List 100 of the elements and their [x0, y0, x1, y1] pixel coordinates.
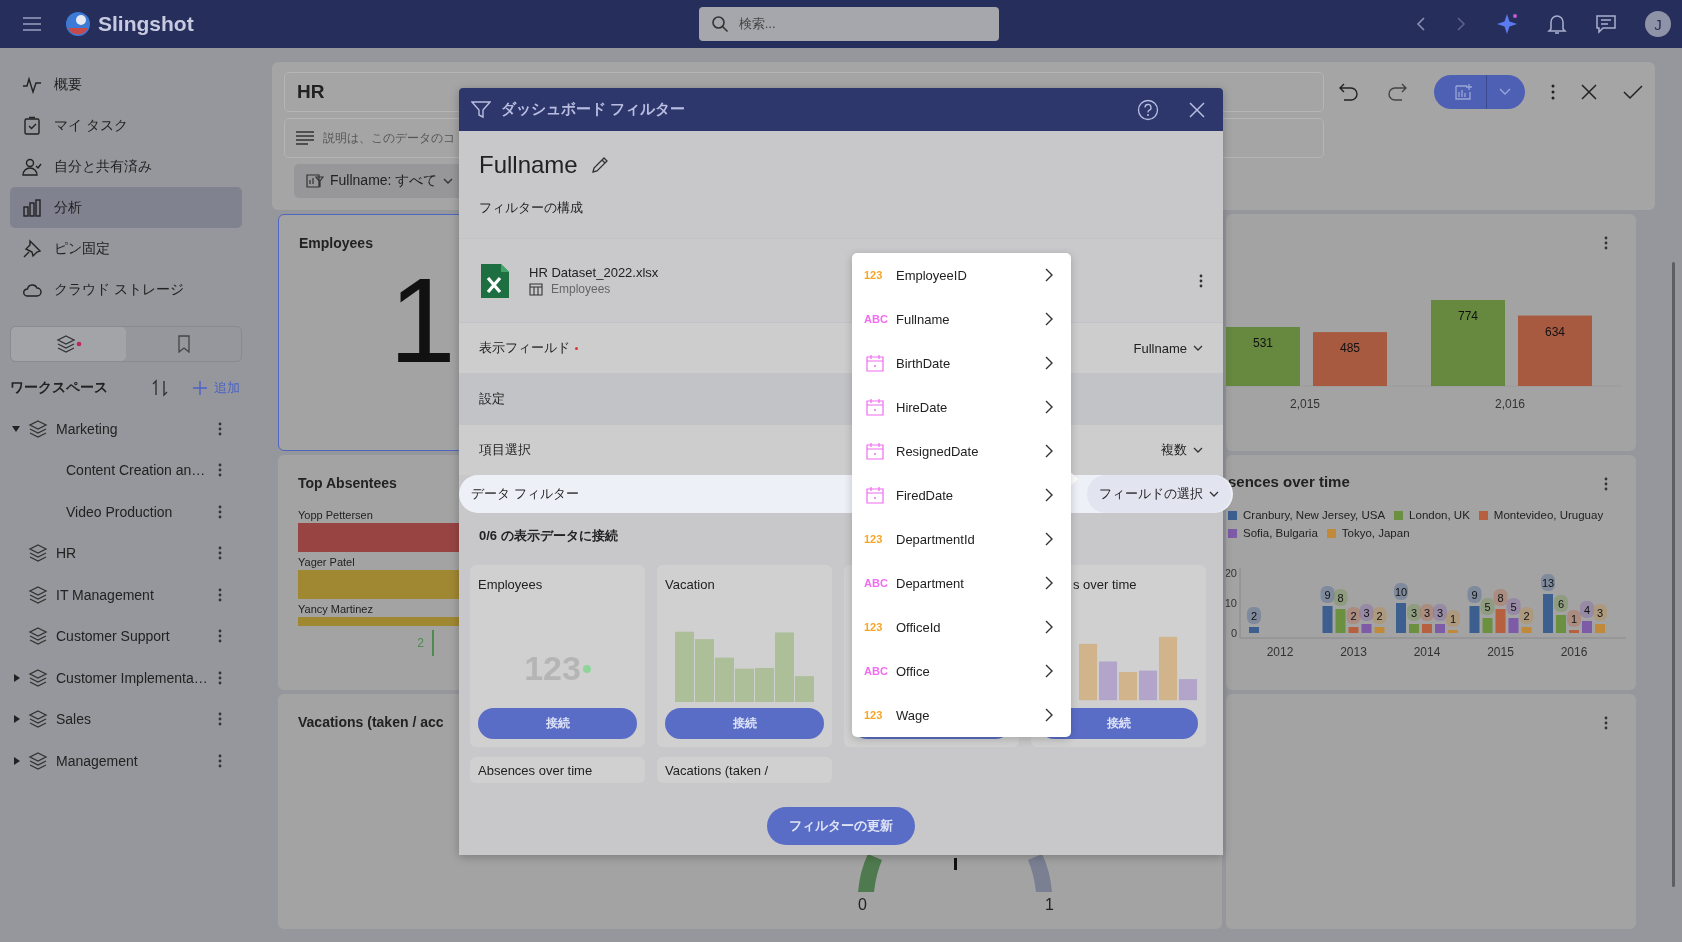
more-icon[interactable] [218, 670, 222, 685]
field-menu-item[interactable]: ABC Office [852, 649, 1071, 693]
dropdown[interactable]: Fullname [1133, 340, 1203, 356]
bar [1495, 609, 1506, 633]
connect-button[interactable]: 接続 [478, 708, 637, 739]
field-menu-item[interactable]: ResignedDate [852, 429, 1071, 473]
workspace-heading: ワークスペース [10, 379, 109, 397]
chevron-right-icon [1045, 268, 1053, 282]
tick-label: 20 [1226, 567, 1237, 579]
workspace-item[interactable]: Customer Support [10, 615, 242, 657]
update-filter-button[interactable]: フィルターの更新 [767, 807, 915, 845]
close-icon[interactable] [1189, 101, 1205, 118]
workspace-item[interactable]: Management [10, 740, 242, 782]
chevron-right-icon [1045, 356, 1053, 370]
data-label: 1 [1567, 610, 1581, 627]
data-label: 3 [1420, 604, 1434, 621]
more-icon[interactable] [218, 587, 222, 602]
workspace-item[interactable]: IT Management [10, 574, 242, 616]
more-icon[interactable] [1604, 477, 1608, 491]
more-icon[interactable] [1199, 273, 1203, 288]
data-label: 2 [1523, 610, 1530, 622]
data-label: 531 [1253, 336, 1273, 350]
bell-icon[interactable] [1547, 13, 1567, 35]
redo-icon[interactable] [1386, 82, 1408, 102]
nav-item[interactable]: クラウド ストレージ [10, 269, 242, 310]
bar [1569, 630, 1579, 633]
chevron-right-icon [1045, 664, 1053, 678]
dialog-title: ダッシュボード フィルター [501, 100, 687, 119]
axis-label: 2013 [1340, 645, 1367, 659]
sort-icon[interactable] [150, 378, 170, 398]
tick-label: 0 [1230, 627, 1237, 639]
connect-button[interactable]: 接続 [665, 708, 824, 739]
bar [1469, 606, 1480, 633]
collapsed-caret-icon[interactable] [14, 715, 20, 724]
workspace-item[interactable]: Content Creation an… [10, 449, 242, 491]
menu-icon[interactable] [22, 16, 42, 32]
field-menu-item[interactable]: 123 DepartmentId [852, 517, 1071, 561]
more-icon[interactable] [218, 546, 222, 561]
field-menu-item[interactable]: ABC Department [852, 561, 1071, 605]
nav-item[interactable]: 概要 [10, 64, 242, 105]
more-icon[interactable] [218, 421, 222, 436]
data-label: 3 [1433, 604, 1447, 621]
workspace-item[interactable]: Marketing [10, 408, 242, 450]
help-icon[interactable] [1137, 98, 1159, 121]
data-label: 485 [1340, 341, 1360, 356]
edit-icon[interactable] [589, 155, 610, 175]
chevron-down-icon [1209, 491, 1219, 497]
workspace-item[interactable]: HR [10, 532, 242, 574]
more-icon[interactable] [218, 712, 222, 727]
more-icon[interactable] [1604, 236, 1608, 250]
bar [1396, 603, 1406, 633]
legend-item: Sofia, Bulgaria [1228, 527, 1318, 539]
more-icon[interactable] [1551, 84, 1555, 100]
collapsed-caret-icon[interactable] [14, 673, 20, 682]
more-icon[interactable] [218, 504, 222, 519]
axis-label: 2 [417, 636, 424, 650]
user-avatar[interactable]: J [1645, 11, 1671, 37]
data-label: 10 [1394, 583, 1408, 600]
card-title: Absences over time [478, 763, 593, 778]
workspace-item[interactable]: Sales [10, 698, 242, 740]
more-icon[interactable] [218, 629, 222, 644]
workspace-item[interactable]: Customer Implementa… [10, 657, 242, 699]
chevron-right-icon [1045, 576, 1053, 590]
section-heading: 0/6 の表示データに接続 [479, 527, 618, 545]
data-label: 9 [1467, 586, 1482, 603]
bar [1448, 630, 1458, 633]
nav-item[interactable]: 分析 [10, 187, 242, 228]
add-visualization-button[interactable] [1434, 75, 1525, 109]
axis-label: 2016 [1560, 645, 1588, 659]
expanded-caret-icon[interactable] [12, 425, 20, 432]
close-icon[interactable] [1581, 84, 1597, 100]
check-icon[interactable] [1623, 84, 1643, 100]
axis-label: 2015 [1487, 645, 1514, 659]
scrollbar[interactable] [1672, 262, 1675, 887]
data-label: 634 [1545, 324, 1565, 339]
chart-widget[interactable]: sences over time Cranbury, New Jersey, USA London, UK Montevideo, Uruguay Sofia, Bulgaria Tokyo, Japan 0 10 20 2 2012 9 8 2 3 2 2013 10 3 3 3 1 2014 9 5 8 5 2 2015 13 6 1 4 3 2016 [1226, 455, 1636, 690]
data-label: 2 [1350, 610, 1357, 622]
workspace-item[interactable]: Video Production [10, 491, 242, 533]
bar [1508, 618, 1519, 633]
bar [1521, 627, 1532, 633]
field-menu-item[interactable]: 123 OfficeId [852, 605, 1071, 649]
more-icon[interactable] [218, 753, 222, 768]
collapsed-caret-icon[interactable] [14, 756, 20, 765]
nav-item[interactable]: ピン固定 [10, 228, 242, 269]
more-icon[interactable] [1604, 716, 1608, 730]
axis-label: 2014 [1413, 645, 1441, 659]
field-menu-item[interactable]: 123 EmployeeID [852, 253, 1071, 297]
chart-widget[interactable]: 531 485 2,015 774 634 2,016 [1226, 214, 1636, 451]
bar [1543, 594, 1553, 633]
bar [1348, 627, 1359, 633]
back-icon[interactable] [1415, 16, 1427, 32]
more-icon[interactable] [218, 463, 222, 478]
nav-item[interactable]: 自分と共有済み [10, 146, 242, 187]
plus-icon [192, 380, 208, 396]
chat-icon[interactable] [1595, 14, 1617, 34]
search-field[interactable]: 検索... [698, 7, 999, 41]
nav-item[interactable]: マイ タスク [10, 105, 242, 146]
undo-icon[interactable] [1338, 82, 1360, 102]
dropdown[interactable]: 複数 [1161, 441, 1203, 459]
data-label: 8 [1497, 592, 1504, 604]
